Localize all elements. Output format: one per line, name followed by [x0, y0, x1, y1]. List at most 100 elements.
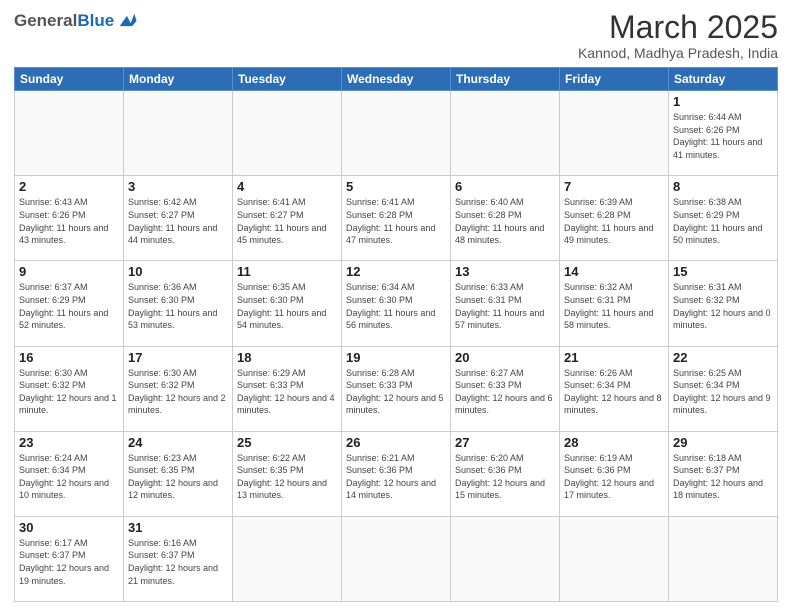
calendar-cell: [233, 516, 342, 601]
day-number: 1: [673, 94, 773, 109]
calendar-cell: 30 Sunrise: 6:17 AMSunset: 6:37 PMDayligh…: [15, 516, 124, 601]
logo: GeneralBlue: [14, 10, 138, 32]
day-info: Sunrise: 6:22 AMSunset: 6:35 PMDaylight:…: [237, 452, 337, 502]
calendar-cell: 2 Sunrise: 6:43 AMSunset: 6:26 PMDaylight…: [15, 176, 124, 261]
calendar-cell: [669, 516, 778, 601]
calendar-cell: 7 Sunrise: 6:39 AMSunset: 6:28 PMDaylight…: [560, 176, 669, 261]
calendar-cell: [342, 91, 451, 176]
calendar-cell: [233, 91, 342, 176]
day-number: 27: [455, 435, 555, 450]
day-number: 13: [455, 264, 555, 279]
weekday-header-tuesday: Tuesday: [233, 68, 342, 91]
calendar-cell: 25Sunrise: 6:22 AMSunset: 6:35 PMDayligh…: [233, 431, 342, 516]
calendar-cell: 26Sunrise: 6:21 AMSunset: 6:36 PMDayligh…: [342, 431, 451, 516]
weekday-header-saturday: Saturday: [669, 68, 778, 91]
day-info: Sunrise: 6:44 AMSunset: 6:26 PMDaylight:…: [673, 111, 773, 161]
day-info: Sunrise: 6:18 AMSunset: 6:37 PMDaylight:…: [673, 452, 773, 502]
day-info: Sunrise: 6:41 AMSunset: 6:27 PMDaylight:…: [237, 196, 337, 246]
day-number: 14: [564, 264, 664, 279]
day-number: 22: [673, 350, 773, 365]
calendar-cell: 18 Sunrise: 6:29 AMSunset: 6:33 PMDayligh…: [233, 346, 342, 431]
day-info: Sunrise: 6:39 AMSunset: 6:28 PMDaylight:…: [564, 196, 664, 246]
day-number: 24: [128, 435, 228, 450]
calendar-cell: 9Sunrise: 6:37 AMSunset: 6:29 PMDaylight…: [15, 261, 124, 346]
day-info: Sunrise: 6:32 AMSunset: 6:31 PMDaylight:…: [564, 281, 664, 331]
calendar-header: SundayMondayTuesdayWednesdayThursdayFrid…: [15, 68, 778, 91]
calendar-cell: 5 Sunrise: 6:41 AMSunset: 6:28 PMDaylight…: [342, 176, 451, 261]
day-info: Sunrise: 6:21 AMSunset: 6:36 PMDaylight:…: [346, 452, 446, 502]
day-info: Sunrise: 6:40 AMSunset: 6:28 PMDaylight:…: [455, 196, 555, 246]
day-info: Sunrise: 6:31 AMSunset: 6:32 PMDaylight:…: [673, 281, 773, 331]
day-info: Sunrise: 6:29 AMSunset: 6:33 PMDaylight:…: [237, 367, 337, 417]
day-number: 16: [19, 350, 119, 365]
day-number: 23: [19, 435, 119, 450]
calendar-cell: 27Sunrise: 6:20 AMSunset: 6:36 PMDayligh…: [451, 431, 560, 516]
day-number: 18: [237, 350, 337, 365]
day-number: 31: [128, 520, 228, 535]
day-number: 30: [19, 520, 119, 535]
calendar-cell: 14 Sunrise: 6:32 AMSunset: 6:31 PMDayligh…: [560, 261, 669, 346]
calendar-cell: 22 Sunrise: 6:25 AMSunset: 6:34 PMDayligh…: [669, 346, 778, 431]
day-number: 15: [673, 264, 773, 279]
day-info: Sunrise: 6:34 AMSunset: 6:30 PMDaylight:…: [346, 281, 446, 331]
day-info: Sunrise: 6:19 AMSunset: 6:36 PMDaylight:…: [564, 452, 664, 502]
day-number: 4: [237, 179, 337, 194]
day-info: Sunrise: 6:36 AMSunset: 6:30 PMDaylight:…: [128, 281, 228, 331]
weekday-header-sunday: Sunday: [15, 68, 124, 91]
day-number: 21: [564, 350, 664, 365]
day-number: 12: [346, 264, 446, 279]
day-info: Sunrise: 6:16 AMSunset: 6:37 PMDaylight:…: [128, 537, 228, 587]
calendar-cell: 29 Sunrise: 6:18 AMSunset: 6:37 PMDayligh…: [669, 431, 778, 516]
day-info: Sunrise: 6:17 AMSunset: 6:37 PMDaylight:…: [19, 537, 119, 587]
logo-general-text: General: [14, 11, 77, 31]
day-info: Sunrise: 6:41 AMSunset: 6:28 PMDaylight:…: [346, 196, 446, 246]
weekday-header-wednesday: Wednesday: [342, 68, 451, 91]
logo-bird-icon: [116, 10, 138, 32]
calendar-cell: 15 Sunrise: 6:31 AMSunset: 6:32 PMDayligh…: [669, 261, 778, 346]
calendar-cell: 24 Sunrise: 6:23 AMSunset: 6:35 PMDayligh…: [124, 431, 233, 516]
calendar-cell: 31 Sunrise: 6:16 AMSunset: 6:37 PMDayligh…: [124, 516, 233, 601]
calendar-cell: 10 Sunrise: 6:36 AMSunset: 6:30 PMDayligh…: [124, 261, 233, 346]
day-info: Sunrise: 6:30 AMSunset: 6:32 PMDaylight:…: [19, 367, 119, 417]
day-number: 5: [346, 179, 446, 194]
day-info: Sunrise: 6:42 AMSunset: 6:27 PMDaylight:…: [128, 196, 228, 246]
day-number: 2: [19, 179, 119, 194]
day-number: 3: [128, 179, 228, 194]
day-number: 10: [128, 264, 228, 279]
calendar-table: SundayMondayTuesdayWednesdayThursdayFrid…: [14, 67, 778, 602]
day-info: Sunrise: 6:25 AMSunset: 6:34 PMDaylight:…: [673, 367, 773, 417]
day-number: 19: [346, 350, 446, 365]
calendar-cell: 6 Sunrise: 6:40 AMSunset: 6:28 PMDaylight…: [451, 176, 560, 261]
weekday-header-monday: Monday: [124, 68, 233, 91]
day-info: Sunrise: 6:43 AMSunset: 6:26 PMDaylight:…: [19, 196, 119, 246]
weekday-header-thursday: Thursday: [451, 68, 560, 91]
day-info: Sunrise: 6:28 AMSunset: 6:33 PMDaylight:…: [346, 367, 446, 417]
month-title: March 2025: [578, 10, 778, 45]
day-info: Sunrise: 6:33 AMSunset: 6:31 PMDaylight:…: [455, 281, 555, 331]
calendar-cell: 12 Sunrise: 6:34 AMSunset: 6:30 PMDayligh…: [342, 261, 451, 346]
day-number: 29: [673, 435, 773, 450]
day-number: 17: [128, 350, 228, 365]
calendar-cell: 3 Sunrise: 6:42 AMSunset: 6:27 PMDaylight…: [124, 176, 233, 261]
calendar-cell: [342, 516, 451, 601]
calendar-cell: [124, 91, 233, 176]
calendar-cell: [15, 91, 124, 176]
weekday-header-friday: Friday: [560, 68, 669, 91]
calendar-cell: [560, 516, 669, 601]
location: Kannod, Madhya Pradesh, India: [578, 45, 778, 61]
logo-blue-text: Blue: [77, 11, 114, 31]
day-number: 6: [455, 179, 555, 194]
calendar-cell: 11Sunrise: 6:35 AMSunset: 6:30 PMDayligh…: [233, 261, 342, 346]
calendar-cell: 21 Sunrise: 6:26 AMSunset: 6:34 PMDayligh…: [560, 346, 669, 431]
calendar-cell: 23 Sunrise: 6:24 AMSunset: 6:34 PMDayligh…: [15, 431, 124, 516]
calendar-cell: 13 Sunrise: 6:33 AMSunset: 6:31 PMDayligh…: [451, 261, 560, 346]
day-info: Sunrise: 6:23 AMSunset: 6:35 PMDaylight:…: [128, 452, 228, 502]
calendar-cell: 19 Sunrise: 6:28 AMSunset: 6:33 PMDayligh…: [342, 346, 451, 431]
day-info: Sunrise: 6:26 AMSunset: 6:34 PMDaylight:…: [564, 367, 664, 417]
calendar-cell: [451, 91, 560, 176]
calendar-cell: 1 Sunrise: 6:44 AMSunset: 6:26 PMDaylight…: [669, 91, 778, 176]
day-info: Sunrise: 6:38 AMSunset: 6:29 PMDaylight:…: [673, 196, 773, 246]
calendar-cell: [451, 516, 560, 601]
day-number: 7: [564, 179, 664, 194]
day-info: Sunrise: 6:24 AMSunset: 6:34 PMDaylight:…: [19, 452, 119, 502]
